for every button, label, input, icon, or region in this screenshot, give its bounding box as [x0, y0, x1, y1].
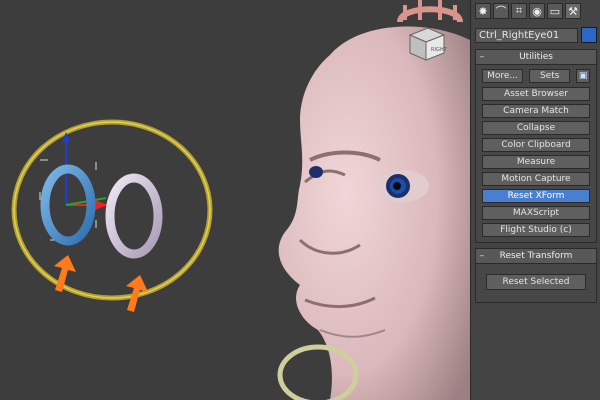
tab-display[interactable]: ▭	[547, 3, 563, 19]
sets-button[interactable]: Sets	[529, 69, 571, 83]
collapse-icon: –	[479, 251, 485, 261]
flight-studio-button[interactable]: Flight Studio (c)	[482, 223, 590, 237]
sun-icon: ✸	[478, 4, 488, 18]
maxscript-button[interactable]: MAXScript	[482, 206, 590, 220]
motion-icon: ◉	[532, 4, 542, 18]
curve-icon: ⌒	[495, 5, 507, 18]
collapse-icon: –	[479, 52, 485, 62]
tab-motion[interactable]: ◉	[529, 3, 545, 19]
reset-transform-rollout-header[interactable]: – Reset Transform	[476, 249, 596, 264]
color-clipboard-button[interactable]: Color Clipboard	[482, 138, 590, 152]
arrow-icon	[54, 255, 148, 312]
reset-xform-button[interactable]: Reset XForm	[482, 189, 590, 203]
utilities-rollout-title: Utilities	[519, 52, 553, 62]
hierarchy-icon: ⌗	[515, 4, 523, 17]
tab-hierarchy[interactable]: ⌗	[511, 3, 527, 19]
head-controller-top[interactable]	[397, 0, 463, 23]
collapse-button[interactable]: Collapse	[482, 121, 590, 135]
asset-browser-button[interactable]: Asset Browser	[482, 87, 590, 101]
camera-match-button[interactable]: Camera Match	[482, 104, 590, 118]
motion-capture-button[interactable]: Motion Capture	[482, 172, 590, 186]
reset-transform-rollout: – Reset Transform Reset Selected	[475, 248, 597, 303]
utilities-rollout-header[interactable]: – Utilities	[476, 50, 596, 65]
measure-button[interactable]: Measure	[482, 155, 590, 169]
head-model[interactable]	[278, 26, 470, 400]
command-panel: ✸ ⌒ ⌗ ◉ ▭ ⚒ Ctrl_RightEye01 – Utilities …	[470, 0, 600, 400]
object-name-row: Ctrl_RightEye01	[475, 27, 597, 43]
tab-create[interactable]: ✸	[475, 3, 491, 19]
reset-transform-rollout-title: Reset Transform	[499, 251, 573, 261]
reset-selected-button[interactable]: Reset Selected	[486, 274, 586, 290]
object-name-field[interactable]: Ctrl_RightEye01	[475, 27, 578, 43]
object-color-swatch[interactable]	[581, 27, 597, 43]
utilities-rollout: – Utilities More... Sets ▣ Asset Browser…	[475, 49, 597, 243]
hammer-icon: ⚒	[568, 4, 578, 18]
more-button[interactable]: More...	[482, 69, 524, 83]
command-panel-tabs: ✸ ⌒ ⌗ ◉ ▭ ⚒	[471, 0, 600, 23]
tab-utilities[interactable]: ⚒	[565, 3, 581, 19]
tab-modify[interactable]: ⌒	[493, 3, 509, 19]
viewport-scene: RIGHT	[11, 0, 470, 400]
viewport-perspective[interactable]: RIGHT	[0, 0, 470, 400]
configure-sets-icon[interactable]: ▣	[576, 69, 590, 83]
viewcube-label: RIGHT	[431, 47, 448, 53]
ctrl-left-eye-ring[interactable]	[105, 173, 163, 259]
display-icon: ▭	[549, 4, 561, 18]
